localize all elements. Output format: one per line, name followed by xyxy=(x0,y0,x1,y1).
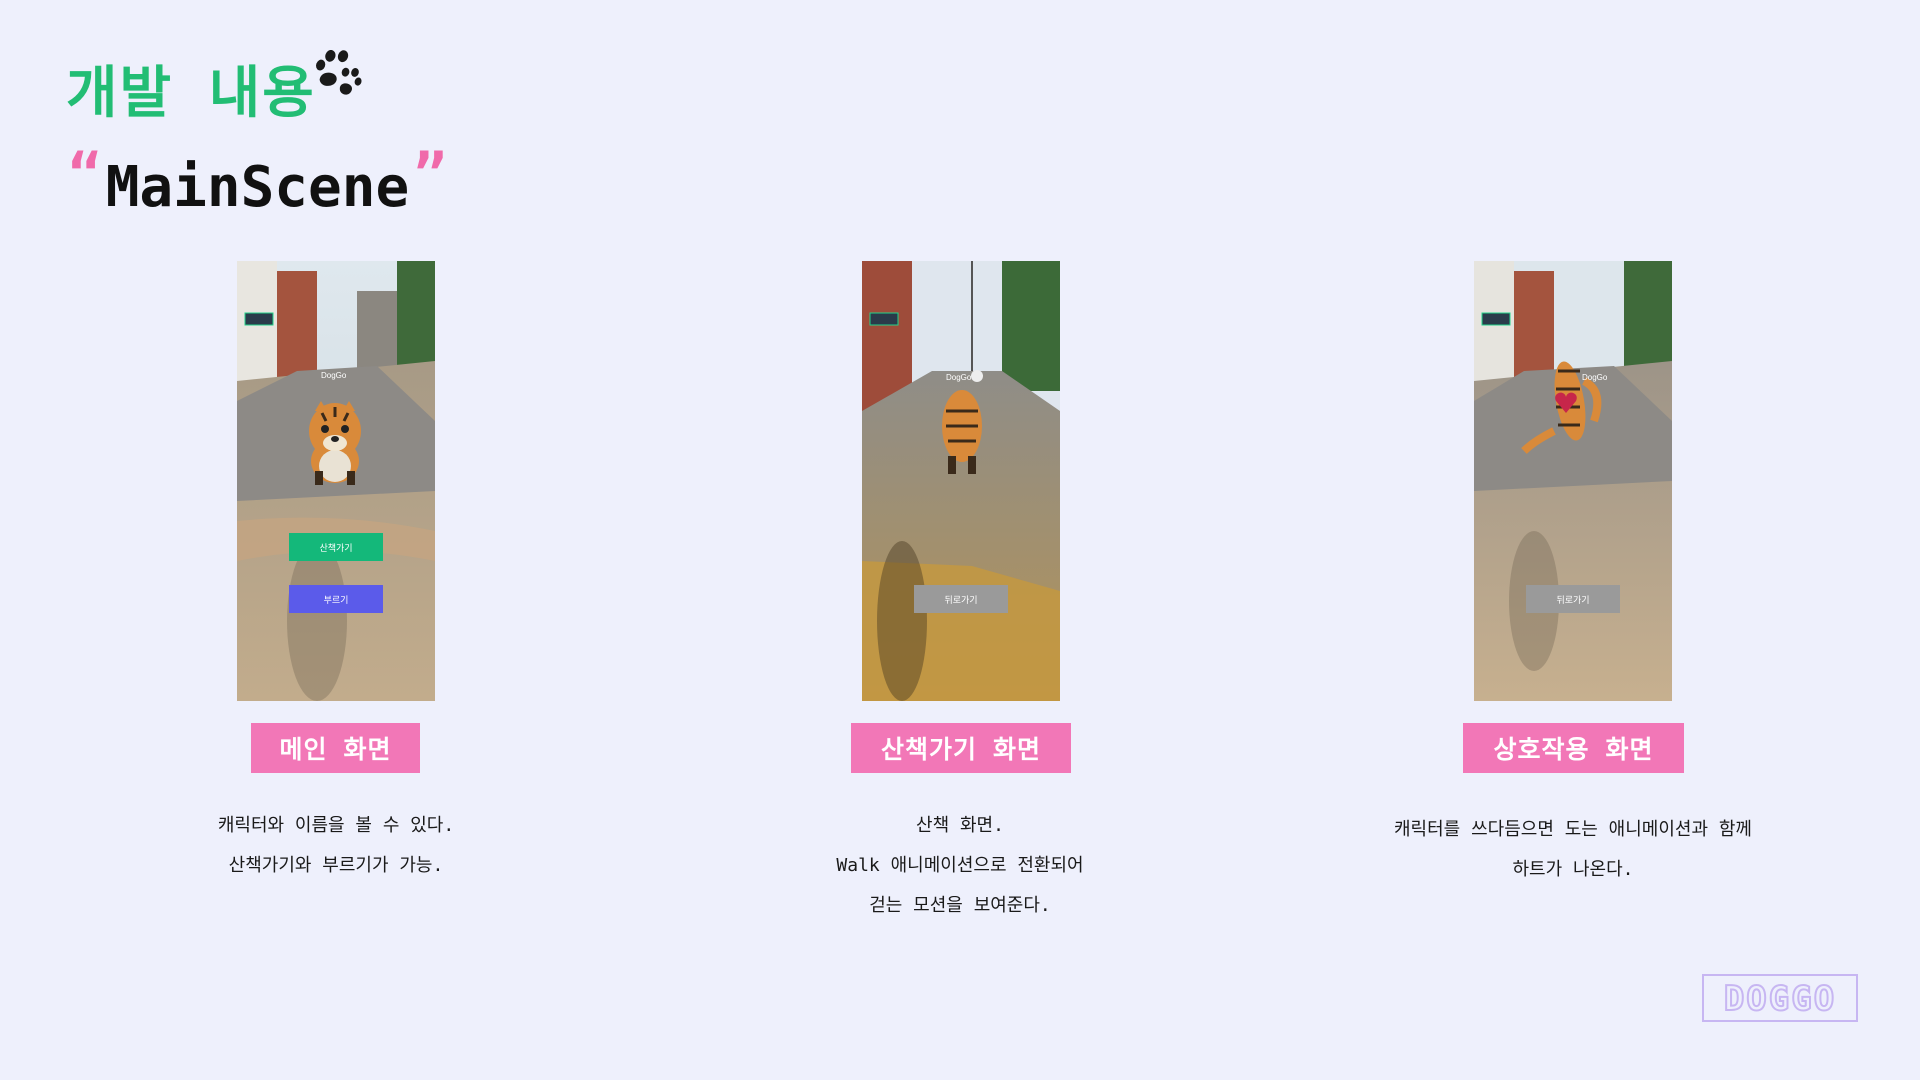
main-app-name: DogGo xyxy=(321,371,347,380)
logo-text: DOGGO xyxy=(1724,979,1836,1019)
call-button[interactable]: 부르기 xyxy=(289,585,383,613)
description-line: Walk 애니메이션으로 전환되어 xyxy=(836,855,1084,876)
section-title: 개발 내용 xyxy=(66,61,316,126)
description-line: 캐릭터를 쓰다듬으면 도는 애니메이션과 함께 xyxy=(1394,819,1752,840)
call-button-label: 부르기 xyxy=(323,594,349,605)
walk-button-label: 산책가기 xyxy=(319,542,353,553)
description-line: 산책가기와 부르기가 가능. xyxy=(228,855,444,876)
description-line: 걷는 모션을 보여준다. xyxy=(869,895,1051,916)
interaction-screen-screenshot: DogGo 뒤로가기 xyxy=(1474,261,1672,701)
walk-screen-caption: 산책가기 화면 xyxy=(851,723,1071,773)
main-screen-screenshot: DogGo 산책가기 부르기 xyxy=(237,261,435,701)
paw-icon xyxy=(316,50,362,95)
interaction-back-button-label: 뒤로가기 xyxy=(1556,594,1590,605)
main-screen-description: 캐릭터와 이름을 볼 수 있다. 산책가기와 부르기가 가능. xyxy=(96,806,576,886)
doggo-logo: DOGGO xyxy=(1702,974,1858,1022)
description-line: 산책 화면. xyxy=(916,815,1004,836)
walk-button[interactable]: 산책가기 xyxy=(289,533,383,561)
interaction-back-button[interactable]: 뒤로가기 xyxy=(1526,585,1620,613)
walk-back-button[interactable]: 뒤로가기 xyxy=(914,585,1008,613)
interaction-screen-description: 캐릭터를 쓰다듬으면 도는 애니메이션과 함께 하트가 나온다. xyxy=(1333,810,1813,890)
walk-screen-description: 산책 화면. Walk 애니메이션으로 전환되어 걷는 모션을 보여준다. xyxy=(720,806,1200,926)
main-screen-caption: 메인 화면 xyxy=(251,723,420,773)
walk-back-button-label: 뒤로가기 xyxy=(944,594,978,605)
description-line: 하트가 나온다. xyxy=(1512,859,1634,880)
scene-name: MainScene xyxy=(105,155,410,220)
interaction-screen-caption: 상호작용 화면 xyxy=(1463,723,1684,773)
scene-title: “ MainScene ” xyxy=(68,142,447,221)
interaction-app-name: DogGo xyxy=(1582,373,1608,382)
walk-app-name: DogGo xyxy=(946,373,972,382)
walk-screen-screenshot: DogGo 뒤로가기 xyxy=(862,261,1060,701)
quote-open: “ xyxy=(68,142,102,207)
description-line: 캐릭터와 이름을 볼 수 있다. xyxy=(217,815,455,836)
quote-close: ” xyxy=(413,142,447,207)
